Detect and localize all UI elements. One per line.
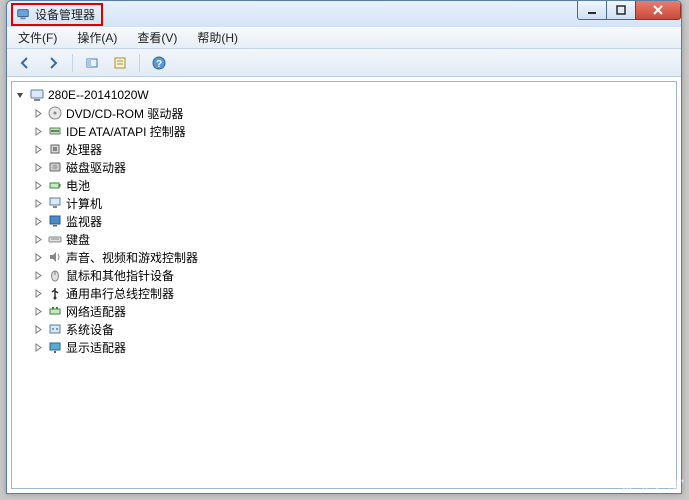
collapse-icon[interactable] — [14, 89, 26, 101]
tree-node[interactable]: 系统设备 — [32, 320, 674, 338]
tree-node[interactable]: 键盘 — [32, 230, 674, 248]
tree-node[interactable]: 鼠标和其他指针设备 — [32, 266, 674, 284]
tree-content[interactable]: 280E--20141020W DVD/CD-ROM 驱动器IDE ATA/AT… — [11, 81, 677, 489]
titlebar[interactable]: 设备管理器 — [7, 1, 681, 27]
tree-root-label: 280E--20141020W — [48, 88, 149, 102]
tree-node[interactable]: IDE ATA/ATAPI 控制器 — [32, 122, 674, 140]
tree-node-label: 显示适配器 — [66, 339, 126, 356]
expand-icon[interactable] — [32, 269, 44, 281]
toolbar: ? — [7, 49, 681, 77]
system-icon — [47, 321, 63, 337]
toolbar-separator — [72, 54, 73, 72]
ide-icon — [47, 123, 63, 139]
expand-icon[interactable] — [32, 125, 44, 137]
tree-node-label: 电池 — [66, 177, 90, 194]
tree-node-label: 通用串行总线控制器 — [66, 285, 174, 302]
nav-forward-button[interactable] — [41, 52, 65, 74]
expand-icon[interactable] — [32, 179, 44, 191]
tree-node[interactable]: 网络适配器 — [32, 302, 674, 320]
tree-root-node[interactable]: 280E--20141020W — [14, 86, 674, 104]
expand-icon[interactable] — [32, 323, 44, 335]
disc-icon — [47, 105, 63, 121]
keyboard-icon — [47, 231, 63, 247]
menu-view[interactable]: 查看(V) — [132, 27, 182, 48]
tree-node[interactable]: 通用串行总线控制器 — [32, 284, 674, 302]
menu-file[interactable]: 文件(F) — [13, 27, 62, 48]
cpu-icon — [47, 141, 63, 157]
network-icon — [47, 303, 63, 319]
tree-node[interactable]: 监视器 — [32, 212, 674, 230]
close-button[interactable] — [635, 0, 681, 20]
tree-node[interactable]: 磁盘驱动器 — [32, 158, 674, 176]
display-icon — [47, 339, 63, 355]
mouse-icon — [47, 267, 63, 283]
expand-icon[interactable] — [32, 161, 44, 173]
expand-icon[interactable] — [32, 107, 44, 119]
usb-icon — [47, 285, 63, 301]
window-controls — [578, 0, 681, 20]
tree-node-label: 处理器 — [66, 141, 102, 158]
minimize-button[interactable] — [577, 0, 607, 20]
computer-root-icon — [29, 87, 45, 103]
expand-icon[interactable] — [32, 305, 44, 317]
title-highlight: 设备管理器 — [11, 3, 103, 26]
tree-node-label: DVD/CD-ROM 驱动器 — [66, 105, 183, 122]
app-icon — [15, 6, 31, 22]
menu-action[interactable]: 操作(A) — [72, 27, 122, 48]
tree-node[interactable]: 电池 — [32, 176, 674, 194]
tree-node[interactable]: DVD/CD-ROM 驱动器 — [32, 104, 674, 122]
tree-node-label: 计算机 — [66, 195, 102, 212]
tree-node-label: 磁盘驱动器 — [66, 159, 126, 176]
expand-icon[interactable] — [32, 233, 44, 245]
expand-icon[interactable] — [32, 287, 44, 299]
expand-icon[interactable] — [32, 341, 44, 353]
device-manager-window: 设备管理器 文件(F) 操作(A) 查看(V) 帮助(H) — [6, 0, 682, 494]
expand-icon[interactable] — [32, 215, 44, 227]
tree-node-label: 系统设备 — [66, 321, 114, 338]
expand-icon[interactable] — [32, 143, 44, 155]
window-title: 设备管理器 — [35, 6, 95, 23]
computer-icon — [47, 195, 63, 211]
nav-back-button[interactable] — [13, 52, 37, 74]
monitor-icon — [47, 213, 63, 229]
battery-icon — [47, 177, 63, 193]
menu-help[interactable]: 帮助(H) — [192, 27, 243, 48]
maximize-button[interactable] — [606, 0, 636, 20]
show-hide-button[interactable] — [80, 52, 104, 74]
tree-node[interactable]: 声音、视频和游戏控制器 — [32, 248, 674, 266]
svg-text:?: ? — [156, 59, 162, 70]
tree-node-label: 声音、视频和游戏控制器 — [66, 249, 198, 266]
sound-icon — [47, 249, 63, 265]
expand-icon[interactable] — [32, 251, 44, 263]
tree-node[interactable]: 显示适配器 — [32, 338, 674, 356]
expand-icon[interactable] — [32, 197, 44, 209]
toolbar-separator-2 — [139, 54, 140, 72]
hdd-icon — [47, 159, 63, 175]
tree-node-label: 鼠标和其他指针设备 — [66, 267, 174, 284]
tree-node-label: 网络适配器 — [66, 303, 126, 320]
tree-node-label: 监视器 — [66, 213, 102, 230]
tree-node[interactable]: 计算机 — [32, 194, 674, 212]
properties-button[interactable] — [108, 52, 132, 74]
tree-node-label: 键盘 — [66, 231, 90, 248]
tree-node-label: IDE ATA/ATAPI 控制器 — [66, 123, 186, 140]
help-button[interactable]: ? — [147, 52, 171, 74]
menubar: 文件(F) 操作(A) 查看(V) 帮助(H) — [7, 27, 681, 49]
tree-node[interactable]: 处理器 — [32, 140, 674, 158]
